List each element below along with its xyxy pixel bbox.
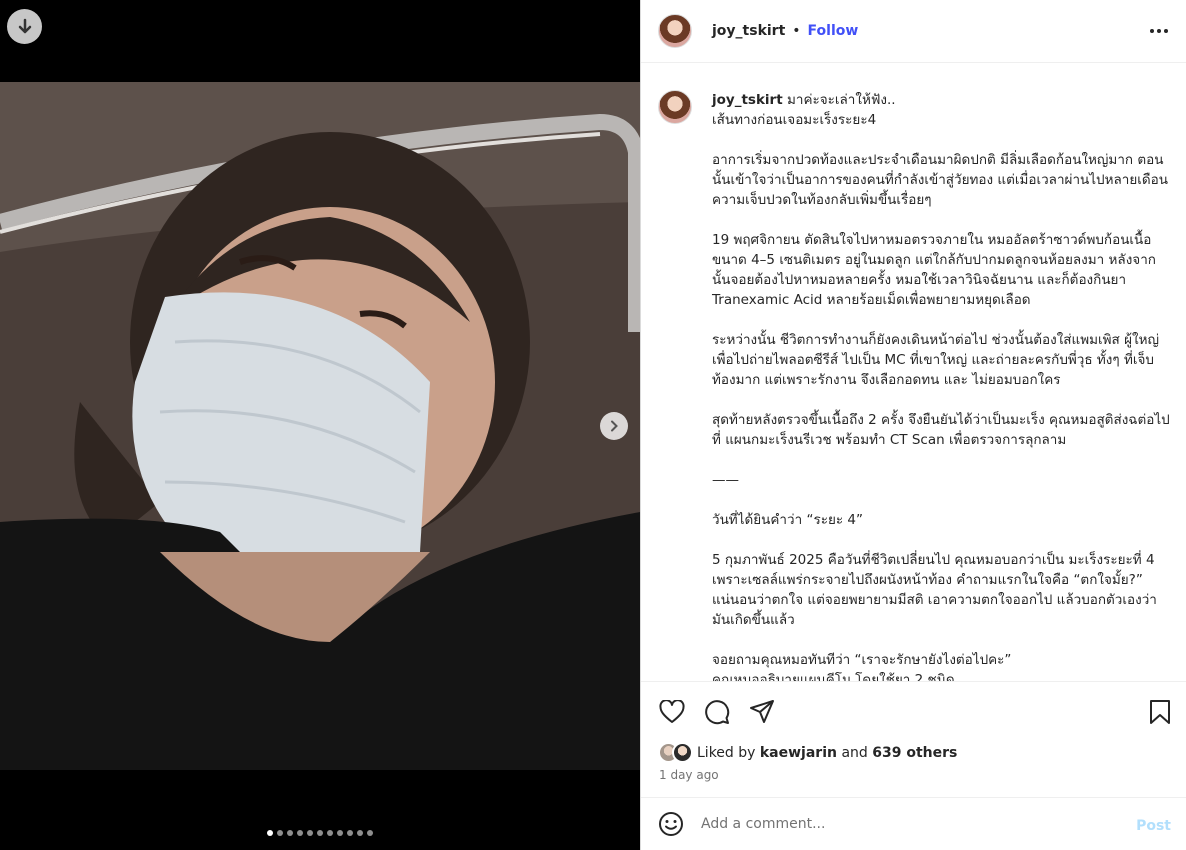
carousel-dot (347, 830, 353, 836)
caption-paragraph: สุดท้ายหลังตรวจขึ้นเนื้อถึง 2 ครั้ง จึงย… (712, 412, 1170, 448)
selfie-illustration (0, 82, 640, 770)
author-username[interactable]: joy_tskirt (712, 23, 785, 39)
post-comment-button[interactable]: Post (1136, 818, 1171, 834)
carousel-dot (287, 830, 293, 836)
carousel-dot (267, 830, 273, 836)
save-button[interactable] (1146, 698, 1173, 725)
caption-intro: มาค่ะจะเล่าให้ฟัง.. (786, 92, 896, 108)
post-timestamp[interactable]: 1 day ago (659, 768, 719, 782)
carousel-dot (277, 830, 283, 836)
download-button[interactable] (7, 9, 42, 44)
liked-by-user[interactable]: kaewjarin (760, 745, 837, 761)
comment-icon (704, 699, 729, 724)
like-button[interactable] (658, 698, 685, 725)
comment-bar: Post (641, 797, 1186, 850)
header-separator: • (792, 23, 801, 39)
action-icons (658, 698, 775, 725)
heart-icon (658, 699, 685, 723)
share-button[interactable] (748, 698, 775, 725)
caption: joy_tskirt มาค่ะจะเล่าให้ฟัง.. เส้นทางก่… (658, 90, 1170, 681)
liker-avatar[interactable] (672, 742, 693, 763)
caption-username[interactable]: joy_tskirt (712, 92, 783, 108)
caption-text: joy_tskirt มาค่ะจะเล่าให้ฟัง.. เส้นทางก่… (712, 90, 1170, 681)
caption-paragraph: 5 กุมภาพันธ์ 2025 คือวันที่ชีวิตเปลี่ยนไ… (712, 552, 1157, 628)
more-options-button[interactable] (1149, 21, 1169, 45)
chevron-right-icon (611, 420, 618, 432)
liked-by-label: Liked by (697, 744, 756, 761)
more-options-icon (1150, 29, 1168, 33)
caption-paragraph: อาการเริ่มจากปวดท้องและประจำเดือนมาผิดปก… (712, 152, 1168, 208)
follow-button[interactable]: Follow (808, 23, 859, 39)
post-header: joy_tskirt • Follow (641, 0, 1186, 63)
carousel-dot (337, 830, 343, 836)
post-detail-pane: joy_tskirt • Follow joy_tskirt มาค่ะจะเล… (640, 0, 1186, 850)
carousel-dot (357, 830, 363, 836)
liked-by-others[interactable]: 639 others (872, 745, 957, 761)
carousel-dot (367, 830, 373, 836)
carousel-next-button[interactable] (600, 412, 628, 440)
carousel-dot (327, 830, 333, 836)
caption-paragraph: เส้นทางก่อนเจอมะเร็งระยะ4 (712, 112, 877, 128)
caption-paragraph: 19 พฤศจิกายน ตัดสินใจไปหาหมอตรวจภายใน หม… (712, 232, 1156, 308)
liked-by-and: and (841, 744, 868, 761)
avatar[interactable] (658, 14, 692, 48)
caption-first-line: joy_tskirt มาค่ะจะเล่าให้ฟัง.. (712, 90, 1170, 110)
emoji-button[interactable] (658, 811, 684, 837)
comment-input[interactable] (701, 816, 1121, 832)
post-photo[interactable] (0, 82, 640, 770)
download-icon (18, 18, 31, 33)
caption-scroll-area[interactable]: joy_tskirt มาค่ะจะเล่าให้ฟัง.. เส้นทางก่… (641, 64, 1186, 681)
caption-paragraph: จอยถามคุณหมอทันทีว่า “เราจะรักษายังไงต่อ… (712, 652, 1012, 681)
share-icon (749, 699, 774, 723)
post-actions: Liked by kaewjarin and 639 others 1 day … (641, 681, 1186, 797)
caption-divider: —— (712, 472, 739, 488)
caption-avatar[interactable] (658, 90, 692, 124)
carousel-dot (297, 830, 303, 836)
carousel-dot (317, 830, 323, 836)
media-pane (0, 0, 640, 850)
likes-summary: Liked by kaewjarin and 639 others (658, 742, 957, 763)
carousel-dot (307, 830, 313, 836)
caption-paragraph: วันที่ได้ยินคำว่า “ระยะ 4” (712, 512, 863, 528)
comment-button[interactable] (703, 698, 730, 725)
caption-paragraph: ระหว่างนั้น ชีวิตการทำงานก็ยังคงเดินหน้า… (712, 332, 1159, 388)
bookmark-icon (1149, 699, 1170, 724)
emoji-icon (659, 812, 683, 836)
carousel-indicator (0, 830, 640, 836)
